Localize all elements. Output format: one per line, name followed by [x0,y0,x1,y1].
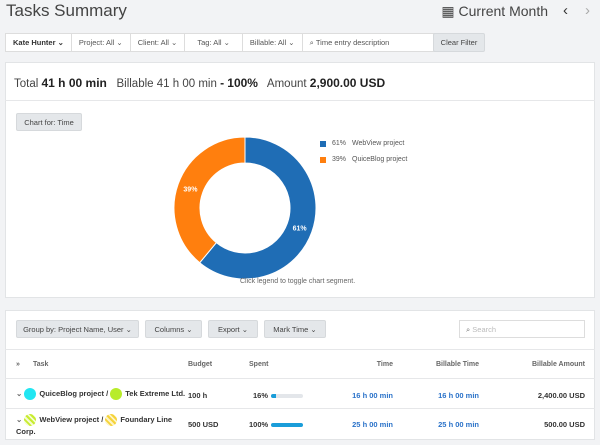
period-selector[interactable]: ▦ Current Month [441,3,548,20]
chart-legend: 61% WebView project 39% QuiceBlog project [320,140,407,163]
description-search-input[interactable]: ⌕ Time entry description [303,34,450,51]
chart-for-button[interactable]: Chart for: Time [16,113,82,131]
budget-cell: 500 USD [188,420,219,429]
divider [5,100,595,101]
page-title: Tasks Summary [6,1,127,20]
legend-item[interactable]: 61% WebView project [320,140,407,147]
billable-time-link[interactable]: 25 h 00 min [438,420,479,429]
legend-percent: 39% [332,156,347,163]
user-filter[interactable]: Kate Hunter ⌄ [6,34,72,51]
table-search-input[interactable]: ⌕ Search [459,320,585,338]
spent-cell: 16% [253,391,304,400]
legend-percent: 61% [332,140,347,147]
donut-chart: 61% 39% [173,136,317,280]
time-link[interactable]: 16 h 00 min [352,391,393,400]
divider [5,408,595,409]
collapse-all-icon[interactable]: » [16,361,20,368]
summary-totals: Total 41 h 00 min Billable 41 h 00 min -… [14,76,386,90]
donut-segment-2[interactable] [173,136,246,264]
expand-icon[interactable]: ⌄ [16,415,22,424]
legend-swatch [320,156,326,163]
divider [5,349,595,350]
client-color-icon [110,388,123,400]
calendar-icon: ▦ [441,3,459,19]
chart-hint: Click legend to toggle chart segment. [240,278,356,285]
header-spent[interactable]: Spent [249,361,268,368]
clear-filter-button[interactable]: Clear Filter [433,33,485,52]
budget-cell: 100 h [188,391,208,400]
segment-label: 61% [293,226,308,233]
billable-filter[interactable]: Billable: All ⌄ [243,34,303,51]
chevron-right-icon[interactable]: › [585,2,590,19]
header-budget[interactable]: Budget [188,361,212,368]
divider [5,378,595,379]
header-task[interactable]: Task [33,361,48,368]
billable-amount-cell: 2,400.00 USD [537,391,585,400]
segment-label: 39% [183,186,198,193]
billable-amount-cell: 500.00 USD [544,420,585,429]
filter-bar: Kate Hunter ⌄ Project: All ⌄ Client: All… [5,33,451,52]
spent-progress-bar [271,394,304,399]
spent-cell: 100% [249,420,304,429]
spent-progress-bar [271,423,304,428]
export-button[interactable]: Export ⌄ [208,320,258,338]
table-row[interactable]: ⌄ WebView project / Foundary Line Corp. [16,414,186,437]
expand-icon[interactable]: ⌄ [16,389,22,398]
time-link[interactable]: 25 h 00 min [352,420,393,429]
billable-time-link[interactable]: 16 h 00 min [438,391,479,400]
mark-time-button[interactable]: Mark Time ⌄ [264,320,326,338]
client-color-icon [105,414,118,427]
legend-label: WebView project [352,140,405,147]
header-time[interactable]: Time [377,361,393,368]
client-filter[interactable]: Client: All ⌄ [131,34,186,51]
columns-button[interactable]: Columns ⌄ [145,320,202,338]
group-by-button[interactable]: Group by: Project Name, User ⌄ [16,320,139,338]
legend-swatch [320,140,326,147]
project-color-icon [24,414,37,427]
project-filter[interactable]: Project: All ⌄ [72,34,131,51]
tag-filter[interactable]: Tag: All ⌄ [185,34,243,51]
legend-label: QuiceBlog project [352,156,408,163]
legend-item[interactable]: 39% QuiceBlog project [320,156,407,163]
header-billable-amount[interactable]: Billable Amount [532,361,585,368]
chevron-left-icon[interactable]: ‹ [563,2,568,19]
header-billable-time[interactable]: Billable Time [436,361,479,368]
table-row[interactable]: ⌄ QuiceBlog project / Tek Extreme Ltd. [16,388,185,400]
project-color-icon [24,388,37,400]
period-label: Current Month [458,3,548,19]
